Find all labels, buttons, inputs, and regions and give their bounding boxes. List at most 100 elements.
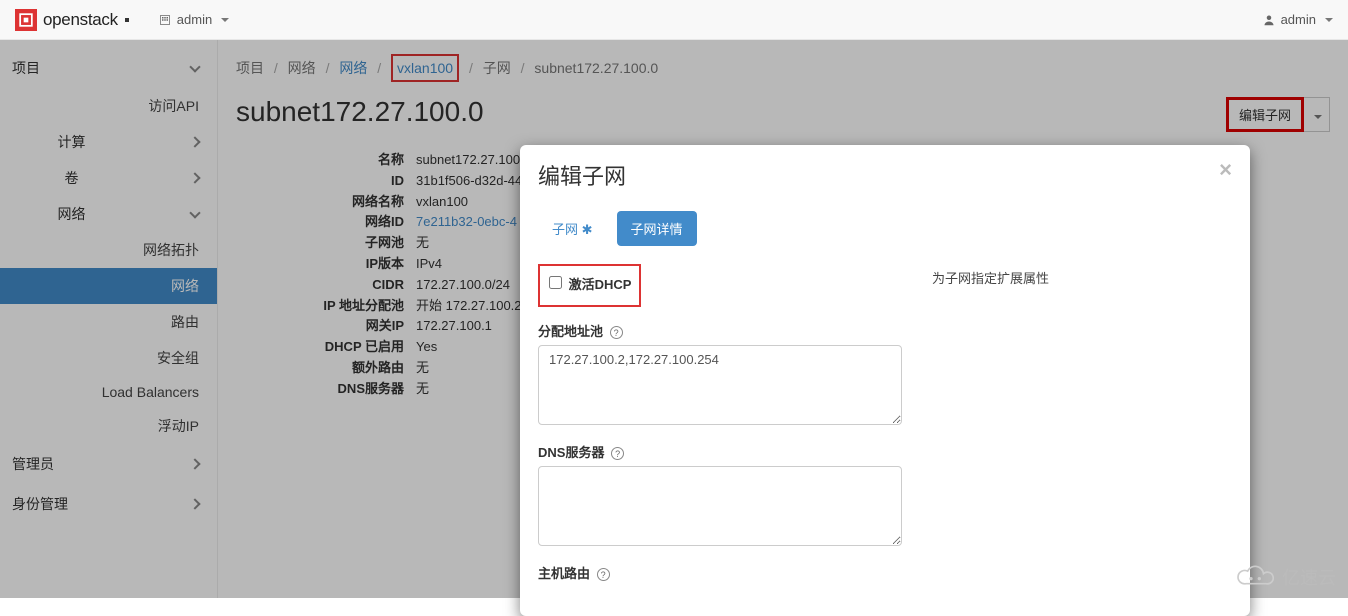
detail-value: 无 [416,379,429,400]
top-bar: openstack admin admin [0,0,1348,40]
modal-title: 编辑子网 [538,159,626,191]
modal-form-layout: 激活DHCP 分配地址池 ? DNS服务器 ? 主机路由 ? 为子网指定扩展属 [538,264,1232,596]
detail-label: 子网池 [236,233,416,254]
detail-value: subnet172.27.100 [416,150,520,171]
detail-value: 无 [416,358,429,379]
sidebar-item-floating[interactable]: 浮动IP [0,408,217,444]
detail-value: 7e211b32-0ebc-4 [416,212,517,233]
caret-down-icon [1314,115,1322,119]
help-icon[interactable]: ? [597,568,610,581]
network-id-link[interactable]: 7e211b32-0ebc-4 [416,214,517,229]
detail-label: ID [236,171,416,192]
sidebar-item-lb[interactable]: Load Balancers [0,376,217,408]
tab-subnet[interactable]: 子网 ✱ [538,211,607,246]
modal-header: 编辑子网 × [520,145,1250,199]
detail-value: Yes [416,337,437,358]
sidebar-item-topology[interactable]: 网络拓扑 [0,232,217,268]
detail-label: 网络ID [236,212,416,233]
sidebar-group-project[interactable]: 项目 [0,48,217,88]
chevron-right-icon [189,498,200,509]
sidebar-group-admin[interactable]: 管理员 [0,444,217,484]
detail-label: DNS服务器 [236,379,416,400]
project-name: admin [177,12,212,27]
breadcrumb-item: 网络 [288,60,316,76]
alloc-pool-label: 分配地址池 ? [538,321,902,340]
sidebar-item-api[interactable]: 访问API [0,88,217,124]
breadcrumb-item: 子网 [483,60,511,76]
chevron-right-icon [189,136,200,147]
detail-label: 名称 [236,150,416,171]
modal-form-right: 为子网指定扩展属性 [932,264,1232,596]
watermark-text: 亿速云 [1282,564,1336,590]
sidebar-item-router[interactable]: 路由 [0,304,217,340]
breadcrumb: 项目 / 网络 / 网络 / vxlan100 / 子网 / subnet172… [236,40,1330,90]
sidebar-label: 卷 [12,168,131,188]
brand-text: openstack [43,10,118,30]
detail-label: IP 地址分配池 [236,296,416,317]
caret-down-icon [221,18,229,22]
sidebar-group-network[interactable]: 网络 [0,196,217,232]
sidebar-item-compute[interactable]: 计算 [0,124,217,160]
user-menu[interactable]: admin [1263,12,1333,27]
caret-down-icon [1325,18,1333,22]
detail-label: IP版本 [236,254,416,275]
user-name: admin [1281,12,1316,27]
modal-tabs: 子网 ✱ 子网详情 [538,211,1232,246]
alloc-pool-textarea[interactable] [538,345,902,425]
breadcrumb-item: 项目 [236,60,264,76]
project-icon [159,14,171,26]
breadcrumb-link[interactable]: vxlan100 [397,60,453,76]
detail-label: DHCP 已启用 [236,337,416,358]
sidebar-group-identity[interactable]: 身份管理 [0,484,217,524]
dhcp-checkbox-text: 激活DHCP [569,277,632,292]
chevron-right-icon [189,458,200,469]
user-icon [1263,14,1275,26]
sidebar-label: 计算 [12,132,131,152]
page-title: subnet172.27.100.0 [236,96,484,128]
hostroute-label: 主机路由 ? [538,563,902,582]
chevron-down-icon [189,61,200,72]
detail-value: 172.27.100.0/24 [416,275,510,296]
modal-body: 子网 ✱ 子网详情 激活DHCP 分配地址池 ? [520,199,1250,616]
dns-textarea[interactable] [538,466,902,546]
sidebar: 项目 访问API 计算 卷 网络 网络拓扑 网络 路由 安全组 Load Bal… [0,40,218,598]
sidebar-item-volumes[interactable]: 卷 [0,160,217,196]
sidebar-item-network[interactable]: 网络 [0,268,217,304]
edit-button-group: 编辑子网 [1226,97,1330,132]
breadcrumb-link[interactable]: 网络 [339,60,367,76]
chevron-right-icon [189,172,200,183]
breadcrumb-sep-icon: / [326,60,330,76]
breadcrumb-sep-icon: / [469,60,473,76]
chevron-down-icon [189,207,200,218]
brand-dot-icon [125,18,129,22]
detail-label: 网关IP [236,316,416,337]
openstack-icon [15,9,37,31]
breadcrumb-sep-icon: / [274,60,278,76]
dns-row: DNS服务器 ? [538,442,902,549]
detail-value: 开始 172.27.100.2 [416,296,522,317]
detail-value: IPv4 [416,254,442,275]
page-header: subnet172.27.100.0 编辑子网 [236,90,1330,138]
detail-label: 额外路由 [236,358,416,379]
dhcp-checkbox-row: 激活DHCP [538,264,902,307]
brand-logo: openstack [15,9,129,31]
edit-subnet-dropdown[interactable] [1304,97,1330,132]
tab-subnet-details[interactable]: 子网详情 [617,211,697,246]
dhcp-checkbox[interactable] [549,276,562,289]
sidebar-item-security[interactable]: 安全组 [0,340,217,376]
dhcp-highlight: 激活DHCP [538,264,641,307]
dhcp-checkbox-label[interactable]: 激活DHCP [543,269,633,297]
edit-subnet-button[interactable]: 编辑子网 [1226,97,1304,132]
modal-hint: 为子网指定扩展属性 [932,268,1232,287]
cloud-icon [1236,565,1276,589]
modal-form-left: 激活DHCP 分配地址池 ? DNS服务器 ? 主机路由 ? [538,264,902,596]
project-selector[interactable]: admin [159,12,229,27]
sidebar-label: 管理员 [12,454,54,474]
breadcrumb-highlight: vxlan100 [391,54,459,82]
help-icon[interactable]: ? [610,326,623,339]
detail-label: CIDR [236,275,416,296]
breadcrumb-current: subnet172.27.100.0 [534,60,658,76]
sidebar-label: 项目 [12,58,40,78]
help-icon[interactable]: ? [611,447,624,460]
close-icon[interactable]: × [1219,159,1232,181]
